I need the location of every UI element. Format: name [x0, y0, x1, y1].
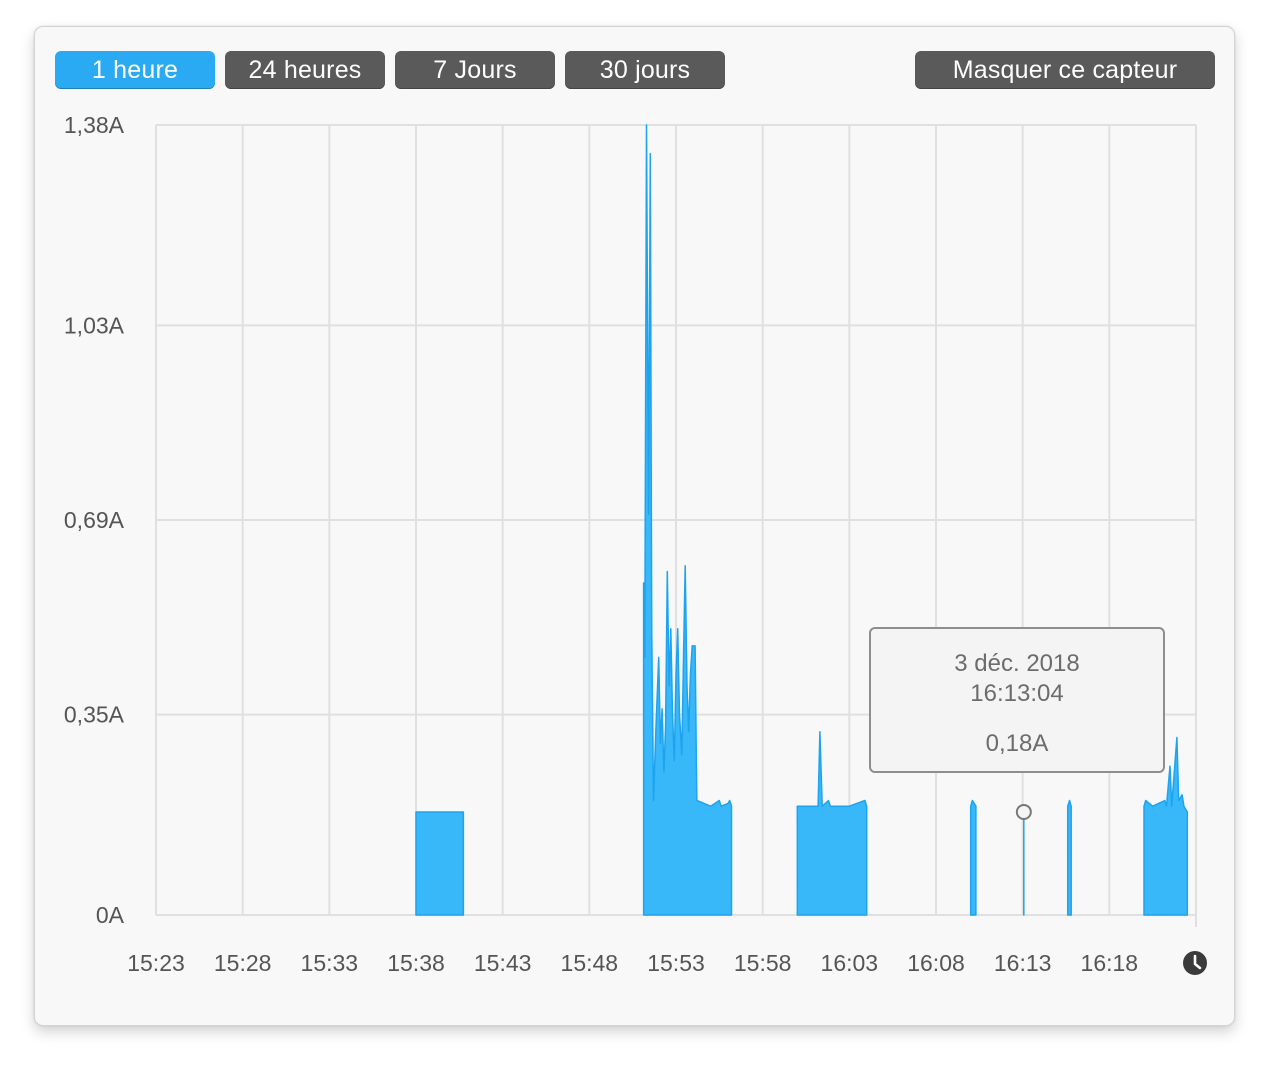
y-tick-label: 0A [96, 902, 125, 928]
x-tick-label: 16:18 [1081, 950, 1139, 976]
x-tick-label: 15:23 [127, 950, 185, 976]
sensor-window: 1 heure 24 heures 7 Jours 30 jours Masquer c… [34, 26, 1235, 1026]
y-tick-label: 1,03A [64, 312, 125, 338]
series-area-segment [796, 731, 868, 916]
tooltip-value: 0,18A [985, 730, 1049, 757]
x-axis-ticks: 15:23 15:28 15:33 15:38 15:43 15:48 15:53 15:58… [127, 950, 1138, 976]
series-area-segment [415, 811, 465, 916]
hover-point [1015, 803, 1032, 820]
tooltip-time: 16:13:04 [970, 680, 1064, 707]
x-tick-label: 16:03 [821, 950, 879, 976]
x-tick-label: 15:58 [734, 950, 792, 976]
x-tick-label: 16:08 [907, 950, 965, 976]
y-tick-label: 1,38A [64, 112, 125, 138]
y-tick-label: 0,69A [64, 507, 125, 533]
x-tick-label: 15:48 [561, 950, 619, 976]
current-chart: 0A0,35A0,69A1,03A1,38A 15:23 15:28 15:33 15… [64, 112, 1207, 976]
y-axis-ticks: 0A 0,35A 0,69A 1,03A 1,38A [64, 112, 125, 928]
x-tick-label: 16:13 [994, 950, 1052, 976]
x-tick-label: 15:38 [387, 950, 445, 976]
x-tick-label: 15:43 [474, 950, 532, 976]
x-tick-label: 15:28 [214, 950, 272, 976]
clock-icon[interactable] [1183, 951, 1207, 975]
y-tick-label: 0,35A [64, 702, 125, 728]
series-area-segment [1066, 799, 1072, 916]
x-tick-label: 15:33 [301, 950, 359, 976]
x-tick-label: 15:53 [647, 950, 705, 976]
hover-marker [1015, 803, 1032, 820]
series-area-segment [969, 799, 977, 916]
tooltip-date: 3 déc. 2018 [954, 650, 1080, 677]
data-tooltip: 3 déc. 2018 16:13:04 0,18A [869, 627, 1165, 773]
